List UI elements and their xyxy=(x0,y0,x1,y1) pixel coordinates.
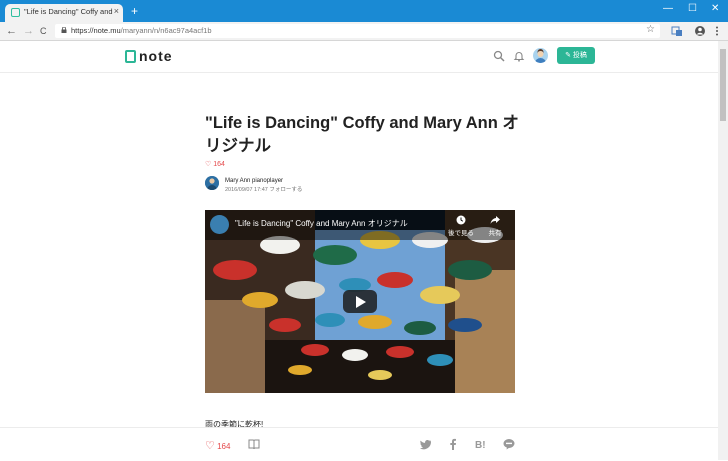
author-meta: 2016/09/07 17:47 フォローする xyxy=(225,185,302,193)
follow-link[interactable]: フォローする xyxy=(269,187,302,193)
article-title: "Life is Dancing" Coffy and Mary Ann オリジ… xyxy=(205,114,519,155)
minimize-button[interactable]: — xyxy=(663,3,673,14)
like-count[interactable]: ♡ 164 xyxy=(205,160,225,168)
site-header: note ✎ 投稿 xyxy=(0,41,718,73)
author-avatar[interactable] xyxy=(205,176,219,190)
browser-toolbar: ← → C https://note.mu/maryann/n/n6ac97a4… xyxy=(0,22,728,41)
magazine-icon[interactable] xyxy=(248,438,260,450)
bookmark-star-icon[interactable]: ☆ xyxy=(646,24,655,35)
page-content: note ✎ 投稿 "Life is Dancing" Coffy and Ma… xyxy=(0,41,718,461)
heart-icon: ♡ xyxy=(205,440,215,452)
article-footer: ♡ 164 B! xyxy=(0,427,718,461)
video-player[interactable]: "Life is Dancing" Coffy and Mary Ann オリジ… xyxy=(205,210,515,393)
share-button[interactable]: 共有 xyxy=(483,215,507,237)
menu-icon[interactable] xyxy=(711,25,723,37)
back-button[interactable]: ← xyxy=(6,24,17,38)
note-favicon-icon xyxy=(11,8,20,17)
translate-icon[interactable] xyxy=(671,25,683,37)
note-logo-icon xyxy=(125,50,136,63)
page-scrollbar[interactable] xyxy=(718,41,728,460)
scrollbar-thumb[interactable] xyxy=(720,49,726,121)
address-bar[interactable]: https://note.mu/maryann/n/n6ac97a4acf1b … xyxy=(55,24,660,38)
video-title[interactable]: "Life is Dancing" Coffy and Mary Ann オリジ… xyxy=(235,218,408,229)
search-icon[interactable] xyxy=(493,50,505,62)
browser-tab[interactable]: "Life is Dancing" Coffy and Mary × xyxy=(5,4,123,22)
share-arrow-icon xyxy=(490,216,500,224)
close-window-button[interactable]: ✕ xyxy=(711,3,719,14)
play-button[interactable] xyxy=(343,290,377,313)
heart-icon: ♡ xyxy=(205,161,212,168)
new-tab-button[interactable]: + xyxy=(131,5,138,17)
channel-avatar[interactable] xyxy=(210,215,229,234)
tab-close-icon[interactable]: × xyxy=(114,6,119,16)
account-icon[interactable] xyxy=(694,25,706,37)
lock-icon xyxy=(61,27,67,33)
author-name[interactable]: Mary Ann pianoplayer xyxy=(225,178,283,184)
forward-button[interactable]: → xyxy=(23,24,34,38)
watch-later-button[interactable]: 後で見る xyxy=(446,215,476,237)
post-button[interactable]: ✎ 投稿 xyxy=(557,47,595,64)
svg-text:B!: B! xyxy=(475,440,486,450)
post-date: 2016/09/07 17:47 xyxy=(225,187,268,193)
bell-icon[interactable] xyxy=(513,50,525,62)
twitter-icon[interactable] xyxy=(420,438,432,450)
clock-icon xyxy=(456,215,466,225)
window-titlebar: "Life is Dancing" Coffy and Mary × + — ☐… xyxy=(0,0,728,22)
maximize-button[interactable]: ☐ xyxy=(688,3,697,14)
line-icon[interactable] xyxy=(503,438,515,450)
footer-like-button[interactable]: ♡ 164 xyxy=(205,439,230,452)
url-text: https://note.mu/maryann/n/n6ac97a4acf1b xyxy=(71,26,212,35)
reload-button[interactable]: C xyxy=(40,24,47,38)
user-avatar[interactable] xyxy=(533,48,548,63)
tab-title: "Life is Dancing" Coffy and Mary xyxy=(24,7,114,16)
facebook-icon[interactable] xyxy=(447,438,459,450)
hatena-bookmark-icon[interactable]: B! xyxy=(475,438,487,450)
